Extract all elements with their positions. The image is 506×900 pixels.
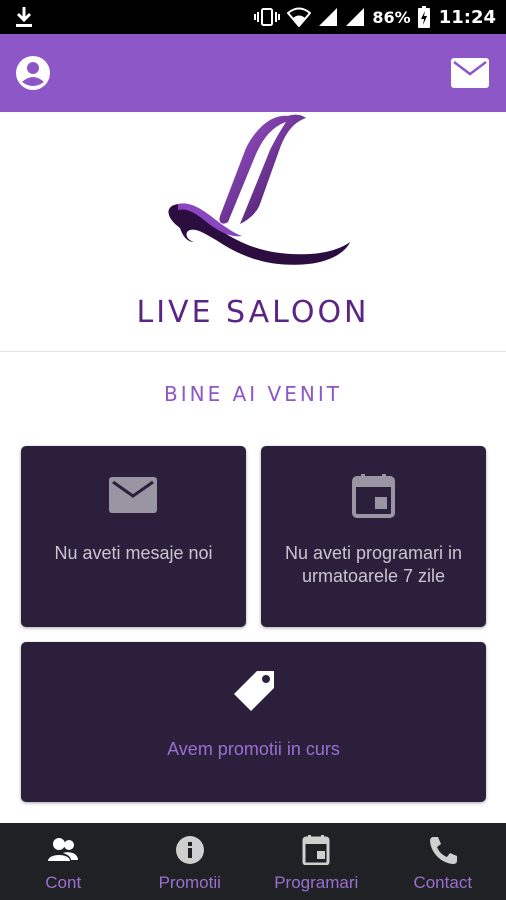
promotions-card-text: Avem promotii in curs [167, 739, 340, 759]
vibrate-icon [254, 8, 281, 26]
mail-icon [451, 58, 489, 88]
messages-card-text: Nu aveti mesaje noi [54, 543, 213, 563]
people-icon [48, 838, 79, 861]
brand-name: LIVE SALOON [136, 295, 370, 330]
promotions-card[interactable]: Avem promotii in curs [21, 642, 486, 802]
account-circle-icon [16, 56, 50, 90]
calendar-icon [302, 835, 330, 865]
status-bar: 86% 11:24 [0, 0, 506, 34]
status-clock: 11:24 [438, 6, 496, 28]
app-bar [0, 34, 506, 112]
info-icon [175, 836, 204, 864]
calendar-icon [352, 474, 395, 518]
account-button[interactable] [14, 54, 52, 92]
live-saloon-logo [168, 114, 350, 265]
signal-icon [346, 8, 365, 26]
nav-label: Contact [413, 873, 473, 892]
wifi-icon [287, 7, 312, 27]
battery-percentage: 86% [372, 7, 411, 27]
brand-header: LIVE SALOON [0, 112, 506, 352]
nav-label: Cont [45, 873, 82, 892]
battery-charging-icon [417, 6, 430, 28]
nav-item-contact[interactable]: Contact [380, 823, 506, 900]
download-icon [16, 7, 32, 27]
tag-icon [234, 671, 274, 711]
bottom-navigation: Cont Promotii Programari Contact [0, 823, 506, 900]
nav-item-cont[interactable]: Cont [0, 823, 127, 900]
appointments-card-text: Nu aveti programari in urmatoarele 7 zil… [284, 543, 463, 586]
nav-item-promotii[interactable]: Promotii [127, 823, 254, 900]
phone-icon [429, 837, 457, 864]
messages-card[interactable]: Nu aveti mesaje noi [21, 446, 246, 627]
welcome-heading: BINE AI VENIT [164, 382, 342, 406]
messages-button[interactable] [450, 57, 490, 89]
mail-icon [109, 477, 157, 513]
signal-icon [319, 8, 338, 26]
appointments-card[interactable]: Nu aveti programari in urmatoarele 7 zil… [261, 446, 486, 627]
nav-label: Promotii [158, 873, 221, 892]
nav-label: Programari [274, 873, 359, 892]
nav-item-programari[interactable]: Programari [253, 823, 380, 900]
